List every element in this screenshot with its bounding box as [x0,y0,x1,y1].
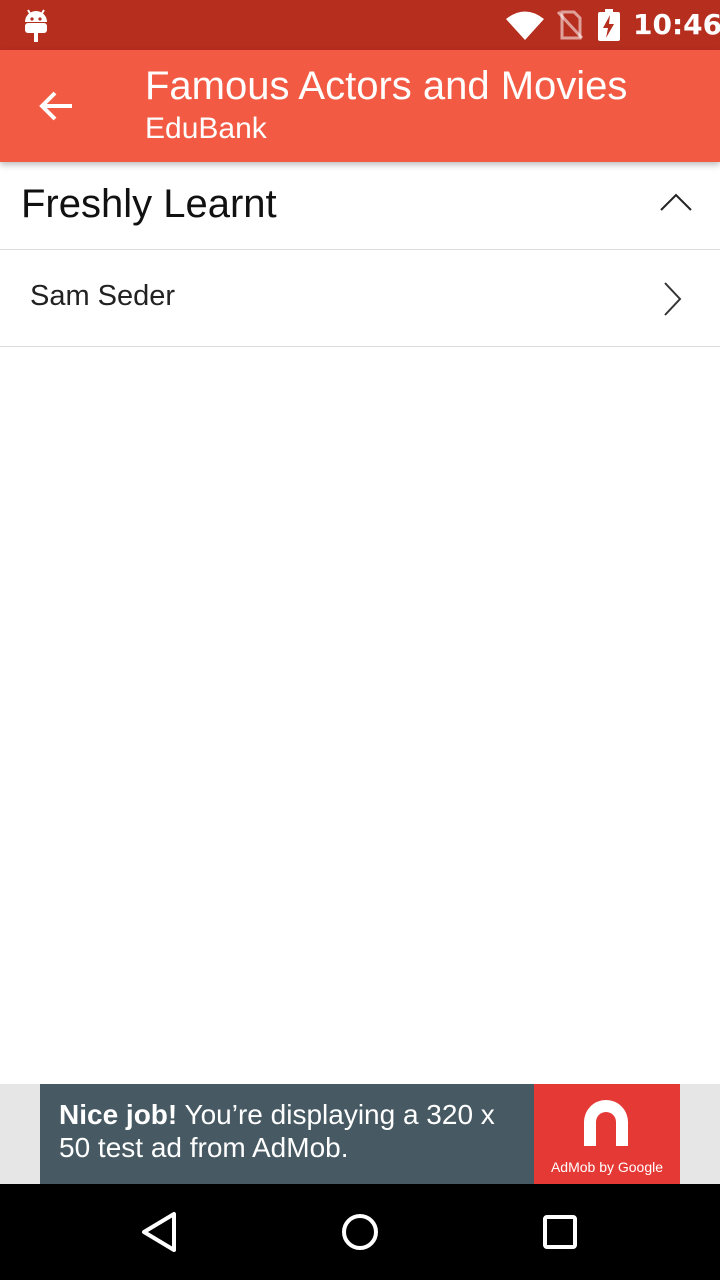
battery-charging-icon [598,9,620,41]
recents-square-icon[interactable] [536,1208,584,1256]
no-sim-icon [556,10,584,40]
wifi-icon [506,11,544,40]
status-clock: 10:46 [633,8,720,41]
admob-icon [584,1100,628,1146]
app-bar: Famous Actors and Movies EduBank [0,50,720,162]
page-title: Famous Actors and Movies [145,64,628,108]
chevron-up-icon[interactable] [658,190,694,214]
arrow-left-icon [39,91,72,121]
page-subtitle: EduBank [145,112,267,145]
system-nav-bar [0,1184,720,1280]
section-header-freshly-learnt[interactable]: Freshly Learnt [0,162,720,250]
chevron-right-icon [664,282,682,316]
back-button[interactable] [30,80,82,132]
back-triangle-icon[interactable] [136,1208,184,1256]
android-icon [25,9,47,42]
status-bar: 10:46 [0,0,720,50]
ad-text: Nice job! You’re displaying a 320 x 50 t… [59,1098,529,1164]
ad-area: Nice job! You’re displaying a 320 x 50 t… [0,1084,720,1184]
ad-banner[interactable]: Nice job! You’re displaying a 320 x 50 t… [40,1084,680,1184]
admob-logo: AdMob by Google [534,1084,680,1184]
home-circle-icon[interactable] [336,1208,384,1256]
admob-logo-text: AdMob by Google [550,1159,664,1175]
ad-bold-text: Nice job! [59,1099,178,1130]
section-title: Freshly Learnt [21,182,277,226]
list-item-label: Sam Seder [30,280,176,312]
list-item[interactable]: Sam Seder [0,250,720,347]
